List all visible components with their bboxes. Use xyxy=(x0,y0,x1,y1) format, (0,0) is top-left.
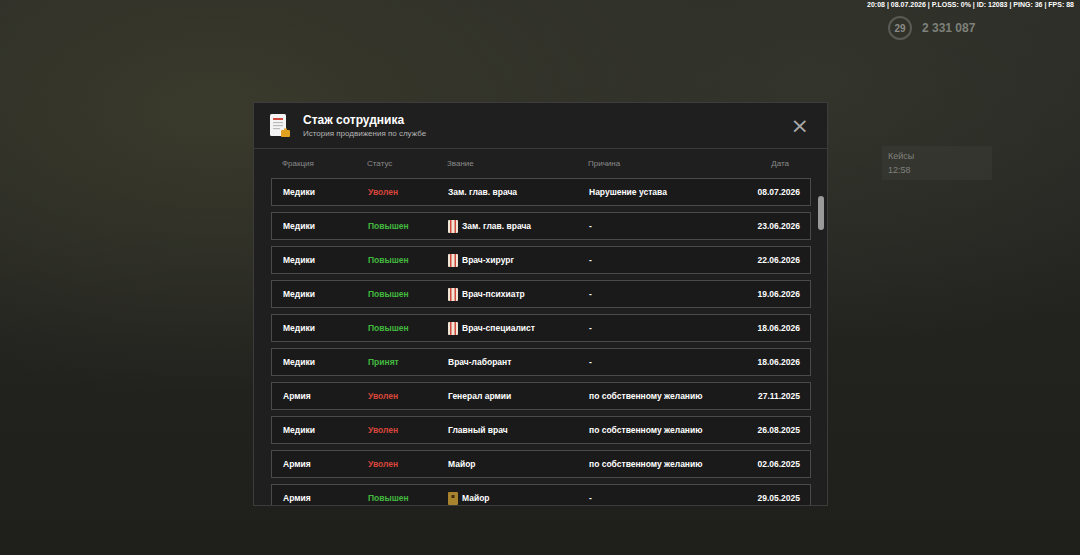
date-cell: 19.06.2026 xyxy=(757,289,800,299)
faction-cell: Медики xyxy=(283,425,368,435)
scrollbar-thumb[interactable] xyxy=(818,196,824,230)
window-header: Стаж сотрудника История продвижения по сл… xyxy=(254,103,827,149)
reason-cell: - xyxy=(589,289,757,299)
rank-cell: Зам. глав. врача xyxy=(448,220,589,233)
date-cell: 29.05.2025 xyxy=(757,493,800,503)
table-row[interactable]: МедикиУволенГлавный врачпо собственному … xyxy=(271,416,811,444)
cases-card: Кейсы 12:58 xyxy=(882,146,992,180)
date-cell: 22.06.2026 xyxy=(757,255,800,265)
table-row[interactable]: АрмияПовышенМайор-29.05.2025 xyxy=(271,484,811,505)
cases-title: Кейсы xyxy=(888,151,986,161)
faction-cell: Медики xyxy=(283,221,368,231)
document-icon xyxy=(269,113,291,139)
faction-cell: Медики xyxy=(283,255,368,265)
faction-cell: Армия xyxy=(283,459,368,469)
rank-cell: Генерал армии xyxy=(448,391,589,401)
table-row[interactable]: МедикиПовышенВрач-психиатр-19.06.2026 xyxy=(271,280,811,308)
column-header: Статус xyxy=(367,159,447,168)
reason-cell: по собственному желанию xyxy=(589,425,757,435)
level-badge: 29 xyxy=(888,16,912,40)
rank-cell: Врач-психиатр xyxy=(448,288,589,301)
status-cell: Уволен xyxy=(368,459,448,469)
table-row[interactable]: АрмияУволенГенерал армиипо собственному … xyxy=(271,382,811,410)
faction-cell: Медики xyxy=(283,357,368,367)
medic-rank-icon xyxy=(448,322,458,335)
date-cell: 27.11.2025 xyxy=(758,391,800,401)
status-cell: Повышен xyxy=(368,255,448,265)
rank-cell: Врач-лаборант xyxy=(448,357,589,367)
game-scene: 20:08 | 08.07.2026 | P.LOSS: 0% | ID: 12… xyxy=(0,0,1080,555)
column-header: Дата xyxy=(771,159,801,168)
date-cell: 02.06.2025 xyxy=(757,459,800,469)
rank-cell: Майор xyxy=(448,459,589,469)
medic-rank-icon xyxy=(448,220,458,233)
rows-area: МедикиУволенЗам. глав. врачаНарушение ус… xyxy=(271,178,827,505)
date-cell: 18.06.2026 xyxy=(757,323,800,333)
window-title: Стаж сотрудника xyxy=(303,113,775,127)
table-row[interactable]: МедикиПринятВрач-лаборант-18.06.2026 xyxy=(271,348,811,376)
close-button[interactable]: × xyxy=(787,115,813,137)
table-row[interactable]: МедикиПовышенВрач-специалист-18.06.2026 xyxy=(271,314,811,342)
service-record-window: Стаж сотрудника История продвижения по сл… xyxy=(253,102,828,506)
table-row[interactable]: МедикиПовышенВрач-хирург-22.06.2026 xyxy=(271,246,811,274)
reason-cell: - xyxy=(589,357,757,367)
faction-cell: Армия xyxy=(283,391,368,401)
status-cell: Уволен xyxy=(368,391,448,401)
status-cell: Повышен xyxy=(368,289,448,299)
header-text: Стаж сотрудника История продвижения по сл… xyxy=(303,113,775,138)
column-header: Причина xyxy=(588,159,771,168)
status-cell: Уволен xyxy=(368,187,448,197)
rank-cell: Главный врач xyxy=(448,425,589,435)
scrollbar[interactable] xyxy=(818,178,824,505)
reason-cell: - xyxy=(589,323,757,333)
reason-cell: - xyxy=(589,221,757,231)
date-cell: 08.07.2026 xyxy=(757,187,800,197)
medic-rank-icon xyxy=(448,288,458,301)
faction-cell: Медики xyxy=(283,289,368,299)
date-cell: 18.06.2026 xyxy=(757,357,800,367)
table-rows[interactable]: МедикиУволенЗам. глав. врачаНарушение ус… xyxy=(271,178,811,505)
faction-cell: Медики xyxy=(283,187,368,197)
window-subtitle: История продвижения по службе xyxy=(303,129,775,138)
faction-cell: Медики xyxy=(283,323,368,333)
date-cell: 23.06.2026 xyxy=(757,221,800,231)
rank-cell: Зам. глав. врача xyxy=(448,187,589,197)
table-row[interactable]: АрмияУволенМайорпо собственному желанию0… xyxy=(271,450,811,478)
hud-top: 29 2 331 087 xyxy=(888,16,975,40)
reason-cell: - xyxy=(589,493,757,503)
status-cell: Повышен xyxy=(368,493,448,503)
status-cell: Уволен xyxy=(368,425,448,435)
money: 2 331 087 xyxy=(922,21,975,35)
cases-timer: 12:58 xyxy=(888,165,986,175)
reason-cell: по собственному желанию xyxy=(589,459,757,469)
rank-cell: Врач-специалист xyxy=(448,322,589,335)
medic-rank-icon xyxy=(448,254,458,267)
status-cell: Повышен xyxy=(368,221,448,231)
table-row[interactable]: МедикиПовышенЗам. глав. врача-23.06.2026 xyxy=(271,212,811,240)
column-header: Фракция xyxy=(282,159,367,168)
table-header: ФракцияСтатусЗваниеПричинаДата xyxy=(271,149,811,178)
date-cell: 26.08.2025 xyxy=(757,425,800,435)
reason-cell: Нарушение устава xyxy=(589,187,757,197)
reason-cell: - xyxy=(589,255,757,265)
window-body: ФракцияСтатусЗваниеПричинаДатаМедикиУвол… xyxy=(254,149,827,505)
rank-cell: Майор xyxy=(448,492,589,505)
army-rank-icon xyxy=(448,492,458,505)
faction-cell: Армия xyxy=(283,493,368,503)
hud-status: 20:08 | 08.07.2026 | P.LOSS: 0% | ID: 12… xyxy=(867,1,1074,8)
rank-cell: Врач-хирург xyxy=(448,254,589,267)
table-row[interactable]: МедикиУволенЗам. глав. врачаНарушение ус… xyxy=(271,178,811,206)
column-header: Звание xyxy=(447,159,588,168)
reason-cell: по собственному желанию xyxy=(589,391,758,401)
status-cell: Принят xyxy=(368,357,448,367)
status-cell: Повышен xyxy=(368,323,448,333)
